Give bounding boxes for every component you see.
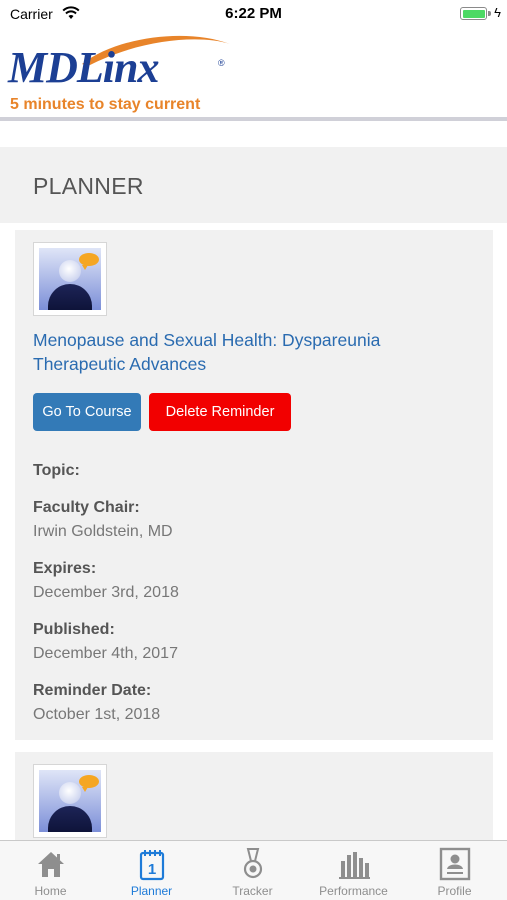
logo-wordmark: MDLinx: [8, 43, 159, 92]
speech-bubble-icon: [79, 253, 99, 270]
app-header: MDLinx ® 5 minutes to stay current: [0, 28, 507, 118]
tab-label: Planner: [130, 884, 173, 898]
avatar-head: [59, 260, 81, 282]
status-time: 6:22 PM: [225, 5, 282, 22]
presenter-avatar-icon: [39, 248, 101, 310]
tracker-medal-icon: [243, 848, 263, 879]
logo-registered-mark: ®: [218, 58, 225, 68]
expires-value: December 3rd, 2018: [33, 584, 179, 601]
tab-label: Home: [34, 884, 67, 898]
go-to-course-button[interactable]: Go To Course: [33, 393, 141, 431]
faculty-chair-value: Irwin Goldstein, MD: [33, 523, 173, 540]
tab-home[interactable]: Home: [0, 841, 101, 900]
page-title: PLANNER: [33, 173, 144, 199]
page-title-bar: PLANNER: [0, 147, 507, 223]
course-thumbnail[interactable]: [33, 764, 107, 838]
tab-label: Tracker: [232, 884, 273, 898]
topic-label: Topic:: [33, 462, 80, 479]
tab-profile[interactable]: Profile: [404, 841, 505, 900]
tab-label: Profile: [437, 884, 472, 898]
published-value: December 4th, 2017: [33, 645, 178, 662]
tab-label: Performance: [319, 884, 388, 898]
delete-reminder-button[interactable]: Delete Reminder: [149, 393, 291, 431]
svg-text:1: 1: [148, 861, 156, 878]
status-bar: Carrier 6:22 PM ϟ: [0, 0, 507, 28]
avatar-head: [59, 782, 81, 804]
tab-bar: Home 1 Planner Tracker Performance Profi…: [0, 840, 507, 900]
reminder-date-value: October 1st, 2018: [33, 706, 161, 723]
planner-card: Menopause and Sexual Health: Dyspareunia…: [15, 230, 493, 740]
avatar-body: [48, 806, 92, 832]
planner-icon: 1: [139, 850, 165, 881]
course-title-link[interactable]: Menopause and Sexual Health: Dyspareunia…: [33, 328, 473, 376]
app-screen: Carrier 6:22 PM ϟ MDLinx ® 5 minutes to …: [0, 0, 507, 900]
charging-bolt-icon: ϟ: [494, 5, 501, 20]
avatar-body: [48, 284, 92, 310]
presenter-avatar-icon: [39, 770, 101, 832]
speech-bubble-icon: [79, 775, 99, 792]
tab-performance[interactable]: Performance: [303, 841, 404, 900]
published-label: Published:: [33, 621, 115, 638]
tab-tracker[interactable]: Tracker: [202, 841, 303, 900]
faculty-chair-label: Faculty Chair:: [33, 499, 140, 516]
home-icon: [38, 852, 64, 877]
bar-chart-icon: [339, 852, 370, 879]
course-thumbnail[interactable]: [33, 242, 107, 316]
expires-label: Expires:: [33, 560, 97, 577]
header-divider: [0, 117, 507, 121]
tab-planner[interactable]: 1 Planner: [101, 841, 202, 900]
profile-icon: [439, 847, 471, 881]
reminder-date-label: Reminder Date:: [33, 682, 152, 699]
logo-tagline: 5 minutes to stay current: [10, 96, 201, 113]
battery-icon: [460, 7, 487, 20]
mdlinx-logo[interactable]: MDLinx ® 5 minutes to stay current: [8, 30, 248, 116]
battery-tip: [488, 11, 491, 16]
